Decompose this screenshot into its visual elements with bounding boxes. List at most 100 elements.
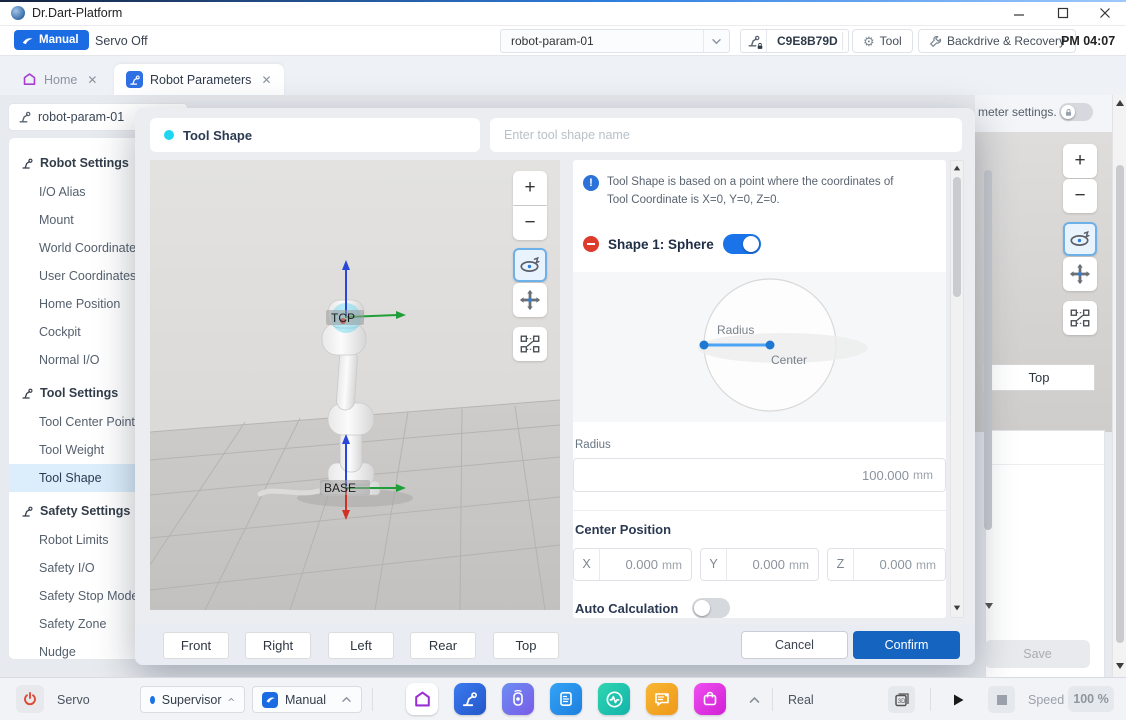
panel-scrollbar-thumb[interactable] — [953, 177, 961, 297]
axis-letter: Y — [701, 549, 727, 580]
robot-icon — [21, 157, 34, 170]
main-toolbar: Manual Servo Off robot-param-01 C9E8B79D… — [0, 26, 1126, 56]
info-text: Tool Shape is based on a point where the… — [607, 174, 913, 210]
axis-unit: mm — [916, 558, 936, 572]
chevron-up-icon — [228, 696, 235, 703]
device-id-group[interactable]: C9E8B79D — [740, 29, 849, 53]
view-rear-button[interactable]: Rear — [410, 632, 476, 659]
minimize-button[interactable] — [998, 0, 1040, 26]
home-icon — [413, 690, 432, 709]
taskbar-separator — [930, 688, 931, 711]
mode-dropdown[interactable]: Manual — [252, 686, 362, 713]
rotate-tool-button[interactable] — [513, 248, 547, 282]
tab-home-close-icon[interactable]: ✕ — [84, 73, 97, 87]
play-button[interactable] — [944, 686, 971, 713]
axis-unit: mm — [789, 558, 809, 572]
tab-robot-parameters[interactable]: Robot Parameters ✕ — [114, 64, 284, 95]
radius-input[interactable]: 100.000 mm — [573, 458, 946, 492]
bg-zoom-in-button[interactable]: + — [1063, 144, 1097, 178]
app-message-icon[interactable] — [646, 683, 678, 715]
inner-scrollbar-down-icon[interactable] — [985, 603, 993, 609]
info-note: ! Tool Shape is based on a point where t… — [583, 174, 913, 210]
remove-shape-icon[interactable] — [583, 236, 599, 252]
zoom-out-button[interactable]: − — [513, 206, 547, 240]
panel-scrollbar[interactable] — [950, 160, 964, 618]
close-button[interactable] — [1084, 0, 1126, 26]
robot-icon — [461, 690, 479, 708]
pan-tool-button[interactable] — [513, 283, 547, 317]
main-scrollbar-thumb[interactable] — [1116, 165, 1124, 643]
axis-letter: Z — [828, 549, 854, 580]
stop-icon — [996, 694, 1008, 706]
radius-field-label: Radius — [575, 439, 611, 451]
chat-icon — [653, 690, 671, 708]
bg-pan-tool-button[interactable] — [1063, 257, 1097, 291]
mode-dropdown-value: Manual — [285, 693, 326, 707]
app-home-icon[interactable] — [406, 683, 438, 715]
view-right-button[interactable]: Right — [245, 632, 311, 659]
speed-value-box[interactable]: 100 % — [1068, 686, 1114, 712]
app-task-writer-icon[interactable] — [550, 683, 582, 715]
shape-enable-toggle[interactable] — [723, 234, 761, 254]
stop-button[interactable] — [988, 686, 1015, 713]
dock-collapse-chevron-icon[interactable] — [748, 696, 761, 704]
zoom-in-button[interactable]: + — [513, 171, 547, 205]
window-title: Dr.Dart-Platform — [32, 0, 122, 26]
view-left-button[interactable]: Left — [328, 632, 394, 659]
main-scrollbar[interactable] — [1112, 95, 1126, 677]
view-front-button[interactable]: Front — [163, 632, 229, 659]
cancel-button[interactable]: Cancel — [741, 631, 848, 659]
bg-zoom-out-button[interactable]: − — [1063, 179, 1097, 213]
app-teach-pendant-icon[interactable] — [502, 683, 534, 715]
robot-3d-viewport[interactable]: TCP BASE — [150, 160, 560, 610]
move-icon — [519, 289, 541, 311]
backdrive-label: Backdrive & Recovery — [947, 34, 1065, 48]
auto-calculation-label: Auto Calculation — [575, 601, 678, 616]
robot-param-dropdown[interactable]: robot-param-01 — [500, 29, 730, 53]
shape-title: Shape 1: Sphere — [608, 237, 714, 252]
center-position-label: Center Position — [575, 522, 671, 537]
section-divider — [573, 510, 946, 511]
axis-letter: X — [574, 549, 600, 580]
panel-scroll-up-icon[interactable] — [954, 166, 960, 171]
role-dropdown[interactable]: Supervisor — [140, 686, 245, 713]
move-icon — [1069, 263, 1091, 285]
bg-measure-tool-button[interactable] — [1063, 301, 1097, 335]
parameter-lock-toggle[interactable] — [1059, 103, 1093, 121]
power-button[interactable] — [16, 685, 44, 713]
scroll-up-icon[interactable] — [1116, 100, 1124, 106]
confirm-button[interactable]: Confirm — [853, 631, 960, 659]
measure-tool-button[interactable] — [513, 327, 547, 361]
scroll-down-icon[interactable] — [1116, 663, 1124, 669]
bg-rotate-tool-button[interactable] — [1063, 222, 1097, 256]
backdrive-recovery-button[interactable]: Backdrive & Recovery — [918, 29, 1076, 53]
maximize-button[interactable] — [1042, 0, 1084, 26]
manual-mode-button[interactable]: Manual — [14, 30, 89, 50]
bg-top-view-button[interactable]: Top — [983, 364, 1095, 391]
home-icon — [22, 72, 37, 87]
inner-scrollbar-thumb[interactable] — [984, 170, 992, 530]
app-robot-params-icon[interactable] — [454, 683, 486, 715]
tool-shape-name-input[interactable] — [490, 118, 962, 152]
center-z-input[interactable]: Z 0.000mm — [827, 548, 946, 581]
app-monitor-icon[interactable] — [598, 683, 630, 715]
tool-button[interactable]: ⚙ Tool — [852, 29, 913, 53]
base-label: BASE — [324, 481, 356, 495]
auto-calculation-toggle[interactable] — [692, 598, 730, 618]
view-top-button[interactable]: Top — [493, 632, 559, 659]
tab-robot-parameters-close-icon[interactable]: ✕ — [258, 73, 271, 87]
radius-value: 100.000 — [862, 468, 909, 483]
save-button[interactable]: Save — [985, 640, 1090, 668]
radius-unit: mm — [913, 468, 933, 482]
orbit-icon — [518, 253, 542, 277]
3d-viewer-icon — [893, 691, 911, 709]
center-x-input[interactable]: X 0.000mm — [573, 548, 692, 581]
tab-home[interactable]: Home ✕ — [10, 64, 109, 95]
center-y-input[interactable]: Y 0.000mm — [700, 548, 819, 581]
app-store-icon[interactable] — [694, 683, 726, 715]
panel-scroll-down-icon[interactable] — [954, 606, 960, 611]
play-icon — [951, 693, 965, 707]
viewer-3d-button[interactable] — [888, 686, 915, 713]
application-window: Dr.Dart-Platform Manual Servo Off robot-… — [0, 0, 1126, 720]
background-panel: meter settings. + − Top Save — [975, 95, 1112, 677]
